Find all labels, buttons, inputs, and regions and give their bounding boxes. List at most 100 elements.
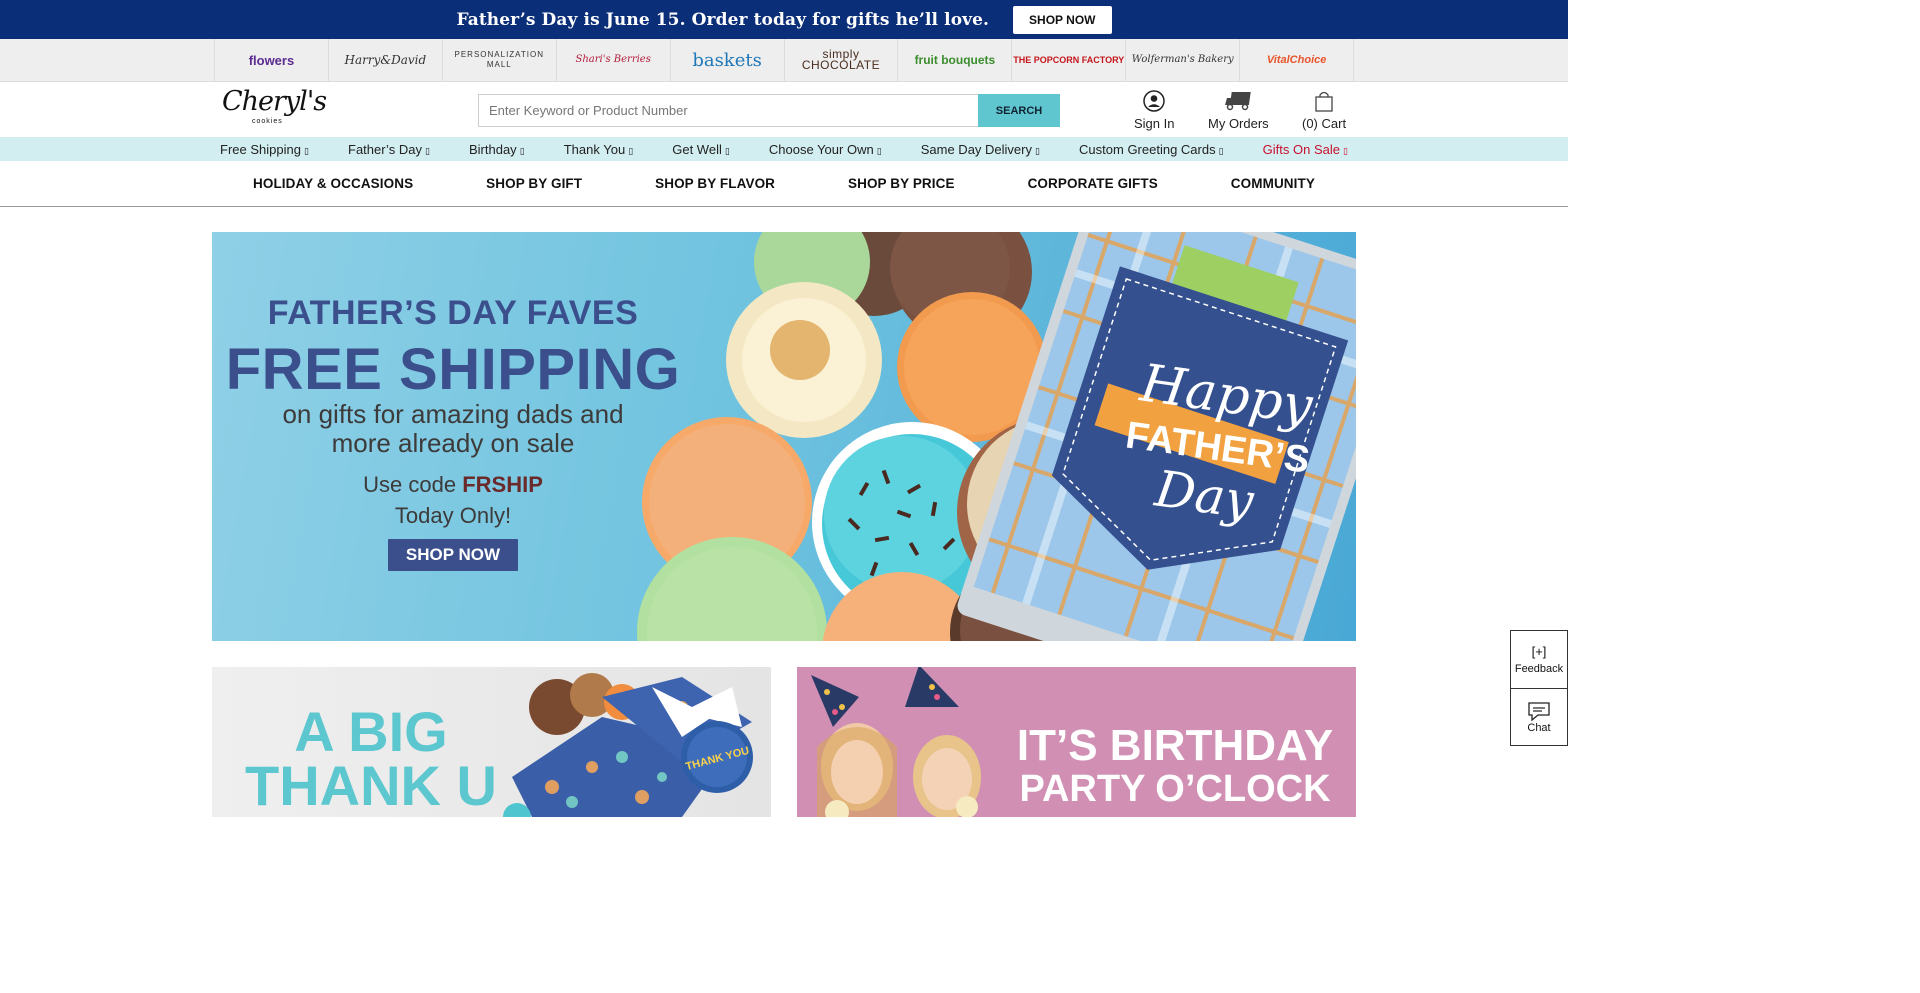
chevron-down-icon: ▯	[1342, 145, 1348, 156]
hero-headline-free-shipping: FREE SHIPPING	[225, 337, 681, 402]
search-bar: SEARCH	[478, 94, 1060, 127]
brand-label: Wolferman's Bakery	[1131, 54, 1234, 65]
chevron-down-icon: ▯	[303, 145, 309, 156]
hero-subtext-line1: on gifts for amazing dads and	[282, 399, 624, 429]
chevron-down-icon: ▯	[628, 145, 634, 156]
brand-label: Shari's Berries	[575, 54, 651, 65]
brand-1800baskets[interactable]: baskets	[671, 39, 785, 81]
quick-link-label: Thank You	[563, 141, 626, 157]
brand-label: THE POPCORN FACTORY	[1013, 54, 1125, 65]
logo-subtext: cookies	[252, 118, 283, 125]
hero-subtext-line2: more already on sale	[331, 428, 575, 458]
brand-label: simply CHOCOLATE	[801, 47, 881, 72]
quick-link-gifts-on-sale[interactable]: Gifts On Sale ▯	[1263, 142, 1348, 157]
brand-personalization-mall[interactable]: PERSONALIZATION MALL	[443, 39, 557, 81]
sign-in-link[interactable]: Sign In	[1134, 90, 1174, 131]
brand-vital-choice[interactable]: VitalChoice	[1240, 39, 1355, 81]
logo-wordmark: Cheryl's	[222, 86, 327, 117]
brand-label: Harry&David	[344, 53, 427, 67]
brand-label: fruit bouquets	[914, 52, 996, 67]
quick-link-thank-you[interactable]: Thank You ▯	[564, 142, 633, 157]
quick-link-label: Gifts On Sale	[1262, 141, 1340, 157]
quick-link-fathers-day[interactable]: Father’s Day ▯	[348, 142, 430, 157]
quick-link-label: Free Shipping	[220, 141, 301, 157]
hero-copy: FATHER’S DAY FAVES FREE SHIPPING on gift…	[212, 232, 694, 641]
quick-link-free-shipping[interactable]: Free Shipping ▯	[220, 142, 309, 157]
quick-link-custom-greeting-cards[interactable]: Custom Greeting Cards ▯	[1079, 142, 1224, 157]
hero-headline-faves: FATHER’S DAY FAVES	[267, 294, 639, 332]
brand-simply-chocolate[interactable]: simply CHOCOLATE	[785, 39, 899, 81]
brand-strip: flowers Harry&David PERSONALIZATION MALL…	[0, 39, 1568, 82]
brand-fruit-bouquets[interactable]: fruit bouquets	[898, 39, 1013, 81]
cheryls-logo[interactable]: Cheryl's cookies	[222, 86, 327, 130]
quick-link-choose-your-own[interactable]: Choose Your Own ▯	[769, 142, 882, 157]
search-input[interactable]	[478, 94, 978, 127]
promo-shop-now-button[interactable]: SHOP NOW	[1013, 5, 1112, 34]
site-header: Cheryl's cookies SEARCH Sign In My Order…	[0, 82, 1568, 137]
quick-link-get-well[interactable]: Get Well ▯	[672, 142, 730, 157]
nav-shop-by-gift[interactable]: SHOP BY GIFT	[486, 176, 582, 191]
chevron-down-icon: ▯	[424, 145, 430, 156]
birthday-tile[interactable]: IT’S BIRTHDAY PARTY O’CLOCK	[797, 667, 1356, 817]
chevron-down-icon: ▯	[519, 145, 525, 156]
side-widgets: [+] Feedback Chat	[1510, 630, 1568, 746]
brand-label: PERSONALIZATION MALL	[454, 50, 545, 69]
shopping-bag-icon	[1315, 91, 1333, 112]
quick-link-label: Birthday	[468, 141, 517, 157]
cart-label: (0) Cart	[1302, 116, 1347, 131]
brand-harry-david[interactable]: Harry&David	[329, 39, 443, 81]
hero-shop-now-button[interactable]: SHOP NOW	[388, 539, 518, 571]
cart-link[interactable]: (0) Cart	[1302, 90, 1346, 131]
quick-link-label: Father’s Day	[348, 141, 422, 157]
promo-text: Father’s Day is June 15. Order today for…	[456, 9, 990, 30]
nav-community[interactable]: COMMUNITY	[1231, 176, 1315, 191]
brand-sharis-berries[interactable]: Shari's Berries	[557, 39, 671, 81]
birthday-headline: IT’S BIRTHDAY PARTY O’CLOCK	[1010, 721, 1340, 810]
my-orders-label: My Orders	[1208, 116, 1269, 131]
thank-you-line1: A BIG	[294, 700, 448, 763]
hero-banner[interactable]: Happy FATHER’S Day FATHER’S DAY FAVES FR…	[212, 232, 1356, 641]
main-navigation: HOLIDAY & OCCASIONS SHOP BY GIFT SHOP BY…	[0, 161, 1568, 207]
birthday-line1: IT’S BIRTHDAY	[1016, 721, 1334, 770]
feedback-label: Feedback	[1514, 663, 1564, 675]
chat-bubble-icon	[1528, 702, 1550, 722]
quick-links-bar: Free Shipping ▯ Father’s Day ▯ Birthday ▯ T…	[0, 137, 1568, 161]
thank-you-line2: THANK U	[245, 754, 497, 817]
quick-link-label: Get Well	[672, 141, 722, 157]
promo-code-prefix: Use code	[363, 472, 463, 497]
chat-button[interactable]: Chat	[1511, 688, 1567, 745]
sign-in-label: Sign In	[1134, 116, 1175, 131]
nav-corporate-gifts[interactable]: CORPORATE GIFTS	[1028, 176, 1158, 191]
promo-code: FRSHIP	[462, 472, 543, 497]
feedback-button[interactable]: [+] Feedback	[1511, 631, 1567, 688]
chevron-down-icon: ▯	[876, 145, 882, 156]
nav-shop-by-flavor[interactable]: SHOP BY FLAVOR	[655, 176, 775, 191]
thank-you-tile[interactable]: THANK YOU A BIG THANK U	[212, 667, 771, 817]
search-button[interactable]: SEARCH	[978, 94, 1060, 127]
brand-1800flowers[interactable]: flowers	[214, 39, 329, 81]
hero-today-only: Today Only!	[394, 503, 512, 528]
brand-wolfermans[interactable]: Wolferman's Bakery	[1126, 39, 1241, 81]
user-icon	[1143, 90, 1165, 112]
promo-bar: Father’s Day is June 15. Order today for…	[0, 0, 1568, 39]
my-orders-link[interactable]: My Orders	[1208, 90, 1269, 131]
quick-link-label: Custom Greeting Cards	[1079, 141, 1216, 157]
nav-holiday-occasions[interactable]: HOLIDAY & OCCASIONS	[253, 176, 413, 191]
quick-link-same-day-delivery[interactable]: Same Day Delivery ▯	[921, 142, 1040, 157]
chevron-down-icon: ▯	[724, 145, 730, 156]
birthday-line2: PARTY O’CLOCK	[1019, 768, 1331, 810]
feedback-icon: [+]	[1531, 644, 1547, 659]
brand-popcorn-factory[interactable]: THE POPCORN FACTORY	[1012, 39, 1127, 81]
chevron-down-icon: ▯	[1218, 145, 1224, 156]
quick-link-label: Same Day Delivery	[920, 141, 1032, 157]
hero-promo-code: Use code FRSHIP	[212, 472, 694, 498]
truck-icon	[1225, 92, 1252, 111]
brand-label: baskets	[692, 49, 762, 71]
chevron-down-icon: ▯	[1035, 145, 1040, 156]
nav-shop-by-price[interactable]: SHOP BY PRICE	[848, 176, 955, 191]
hero-subtext: on gifts for amazing dads and more alrea…	[212, 400, 694, 458]
quick-link-label: Choose Your Own	[768, 141, 874, 157]
thank-you-headline: A BIG THANK U	[226, 700, 516, 817]
chat-label: Chat	[1527, 722, 1551, 734]
quick-link-birthday[interactable]: Birthday ▯	[469, 142, 525, 157]
